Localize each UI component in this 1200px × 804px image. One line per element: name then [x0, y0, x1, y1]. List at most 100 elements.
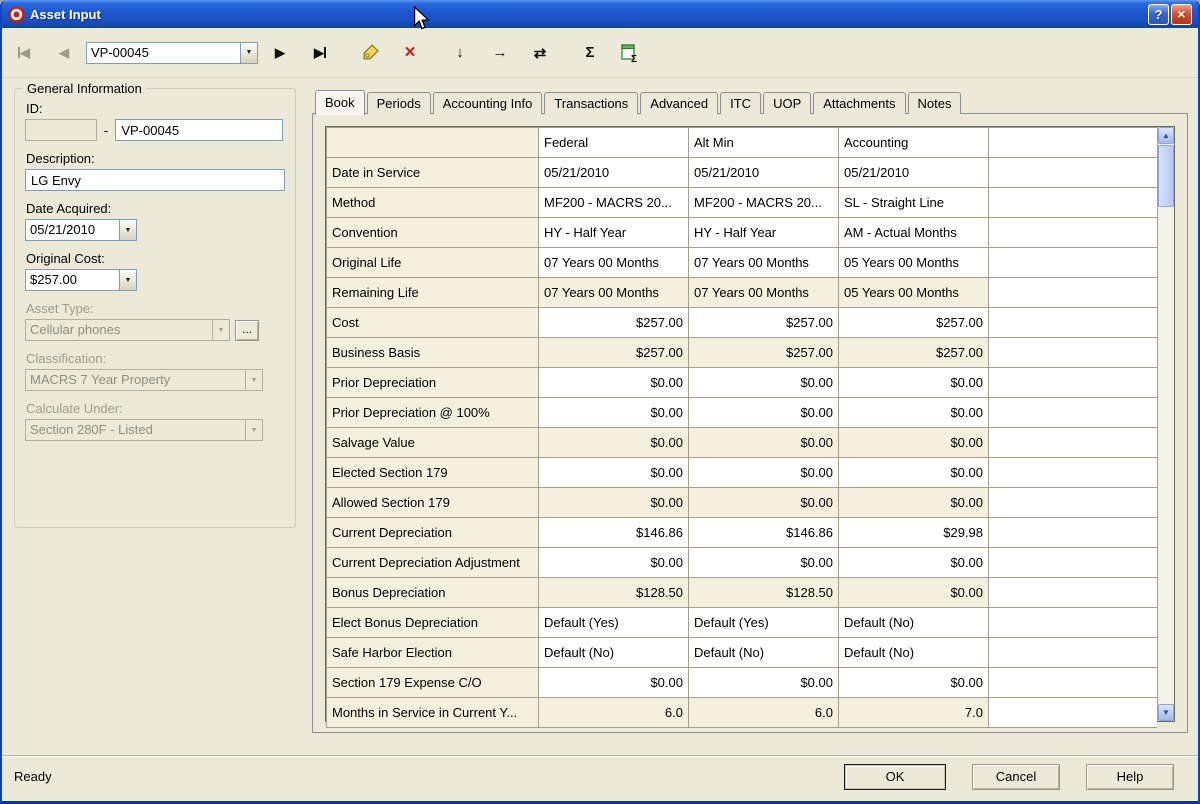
grid-cell[interactable]: AM - Actual Months: [839, 218, 989, 248]
chevron-down-icon[interactable]: ▼: [240, 43, 257, 63]
grid-cell[interactable]: 6.0: [539, 698, 689, 728]
help-button[interactable]: Help: [1086, 764, 1174, 790]
grid-cell[interactable]: $0.00: [839, 668, 989, 698]
calculation-report-button[interactable]: Σ: [618, 40, 642, 66]
grid-cell[interactable]: HY - Half Year: [689, 218, 839, 248]
close-button[interactable]: ×: [1171, 4, 1192, 25]
grid-cell[interactable]: 05/21/2010: [839, 158, 989, 188]
grid-cell[interactable]: $257.00: [539, 338, 689, 368]
asset-type-browse-button[interactable]: ...: [235, 320, 259, 341]
tab-book[interactable]: Book: [315, 90, 365, 115]
grid-cell[interactable]: Default (Yes): [689, 608, 839, 638]
grid-cell[interactable]: $0.00: [689, 428, 839, 458]
grid-cell[interactable]: $0.00: [539, 458, 689, 488]
grid-cell[interactable]: Default (Yes): [539, 608, 689, 638]
nav-first-record-button[interactable]: ◀: [12, 40, 36, 66]
grid-cell[interactable]: HY - Half Year: [539, 218, 689, 248]
grid-cell[interactable]: SL - Straight Line: [839, 188, 989, 218]
grid-cell[interactable]: 07 Years 00 Months: [539, 278, 689, 308]
grid-cell[interactable]: Default (No): [839, 608, 989, 638]
scroll-down-button[interactable]: ▼: [1158, 704, 1174, 721]
grid-cell[interactable]: $0.00: [689, 668, 839, 698]
grid-cell[interactable]: $0.00: [839, 428, 989, 458]
grid-cell[interactable]: $0.00: [689, 548, 839, 578]
tab-advanced[interactable]: Advanced: [640, 92, 718, 114]
tab-periods[interactable]: Periods: [367, 92, 431, 114]
grid-cell[interactable]: 07 Years 00 Months: [689, 278, 839, 308]
scroll-up-button[interactable]: ▲: [1158, 127, 1174, 144]
grid-cell[interactable]: 7.0: [839, 698, 989, 728]
cancel-button[interactable]: Cancel: [972, 764, 1060, 790]
grid-cell[interactable]: $257.00: [839, 338, 989, 368]
add-asset-button[interactable]: [358, 40, 382, 66]
tab-accounting-info[interactable]: Accounting Info: [433, 92, 543, 114]
grid-cell[interactable]: $0.00: [539, 368, 689, 398]
id-field[interactable]: VP-00045: [115, 119, 283, 141]
grid-row-label: Remaining Life: [327, 278, 539, 308]
grid-cell[interactable]: $0.00: [539, 668, 689, 698]
grid-cell[interactable]: $0.00: [689, 398, 839, 428]
grid-cell[interactable]: $0.00: [839, 368, 989, 398]
grid-cell[interactable]: Default (No): [689, 638, 839, 668]
classification-label: Classification:: [26, 351, 285, 366]
grid-cell[interactable]: 05/21/2010: [689, 158, 839, 188]
vertical-scrollbar[interactable]: ▲ ▼: [1157, 127, 1174, 721]
titlebar-help-button[interactable]: ?: [1148, 4, 1169, 25]
grid-cell[interactable]: $0.00: [689, 458, 839, 488]
grid-row: Cost$257.00$257.00$257.00: [327, 308, 1158, 338]
grid-cell[interactable]: $146.86: [689, 518, 839, 548]
grid-cell[interactable]: $0.00: [839, 488, 989, 518]
tab-uop[interactable]: UOP: [763, 92, 811, 114]
date-acquired-combo[interactable]: 05/21/2010 ▼: [25, 219, 137, 241]
description-field[interactable]: LG Envy: [25, 169, 285, 191]
chevron-down-icon[interactable]: ▼: [119, 220, 136, 240]
delete-asset-button[interactable]: ×: [398, 40, 422, 66]
grid-cell[interactable]: Default (No): [839, 638, 989, 668]
ok-button[interactable]: OK: [844, 764, 946, 790]
grid-cell[interactable]: $257.00: [839, 308, 989, 338]
nav-next-record-button[interactable]: ▶: [268, 40, 292, 66]
record-selector-combo[interactable]: VP-00045 ▼: [86, 42, 258, 64]
move-down-button[interactable]: ↓: [448, 40, 472, 66]
grid-cell[interactable]: $0.00: [539, 548, 689, 578]
grid-cell[interactable]: $128.50: [539, 578, 689, 608]
grid-cell[interactable]: 07 Years 00 Months: [689, 248, 839, 278]
grid-cell[interactable]: 05 Years 00 Months: [839, 248, 989, 278]
sum-button[interactable]: Σ: [578, 40, 602, 66]
grid-cell[interactable]: $0.00: [689, 368, 839, 398]
tab-notes[interactable]: Notes: [908, 92, 962, 114]
grid-cell[interactable]: $0.00: [839, 398, 989, 428]
scrollbar-thumb[interactable]: [1158, 145, 1174, 207]
grid-row-label: Elect Bonus Depreciation: [327, 608, 539, 638]
grid-cell[interactable]: 07 Years 00 Months: [539, 248, 689, 278]
nav-last-record-button[interactable]: ▶: [308, 40, 332, 66]
grid-cell[interactable]: $0.00: [689, 488, 839, 518]
nav-previous-record-button[interactable]: ◀: [52, 40, 76, 66]
grid-cell[interactable]: MF200 - MACRS 20...: [689, 188, 839, 218]
original-cost-combo[interactable]: $257.00 ▼: [25, 269, 137, 291]
scrollbar-track[interactable]: [1158, 208, 1174, 704]
tab-itc[interactable]: ITC: [720, 92, 761, 114]
transfer-button[interactable]: ⇄: [528, 40, 552, 66]
grid-cell[interactable]: 05/21/2010: [539, 158, 689, 188]
grid-cell[interactable]: MF200 - MACRS 20...: [539, 188, 689, 218]
tab-attachments[interactable]: Attachments: [813, 92, 905, 114]
grid-cell[interactable]: $0.00: [539, 398, 689, 428]
grid-cell[interactable]: $257.00: [689, 338, 839, 368]
grid-cell[interactable]: $0.00: [539, 488, 689, 518]
tab-transactions[interactable]: Transactions: [544, 92, 638, 114]
grid-cell[interactable]: 6.0: [689, 698, 839, 728]
grid-cell[interactable]: $257.00: [689, 308, 839, 338]
grid-cell[interactable]: $146.86: [539, 518, 689, 548]
grid-cell[interactable]: $128.50: [689, 578, 839, 608]
grid-cell[interactable]: $257.00: [539, 308, 689, 338]
chevron-down-icon[interactable]: ▼: [119, 270, 136, 290]
grid-cell[interactable]: $29.98: [839, 518, 989, 548]
grid-cell[interactable]: $0.00: [839, 578, 989, 608]
grid-cell[interactable]: $0.00: [839, 458, 989, 488]
grid-cell[interactable]: $0.00: [539, 428, 689, 458]
move-right-button[interactable]: →: [488, 40, 512, 66]
grid-cell[interactable]: $0.00: [839, 548, 989, 578]
grid-cell[interactable]: 05 Years 00 Months: [839, 278, 989, 308]
grid-cell[interactable]: Default (No): [539, 638, 689, 668]
